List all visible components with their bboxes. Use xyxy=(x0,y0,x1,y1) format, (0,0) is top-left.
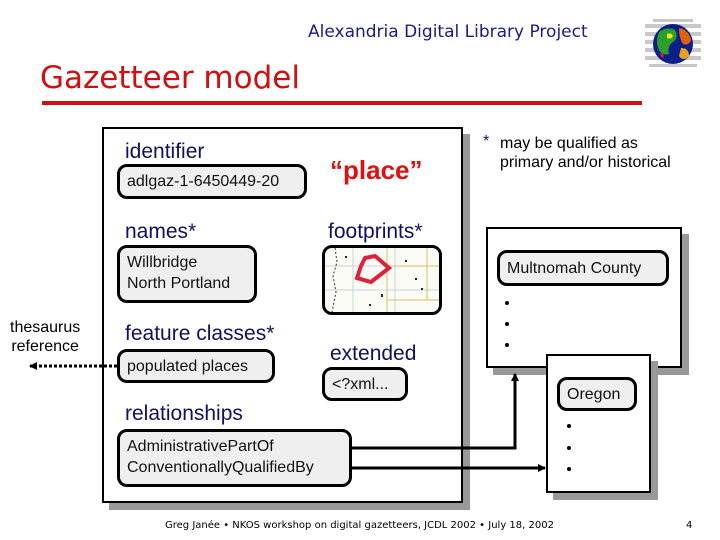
page-number: 4 xyxy=(686,520,693,531)
footer-text: Greg Janée • NKOS workshop on digital ga… xyxy=(165,520,554,531)
connectors xyxy=(29,362,546,472)
administrative-part-of-arrow xyxy=(352,373,519,450)
